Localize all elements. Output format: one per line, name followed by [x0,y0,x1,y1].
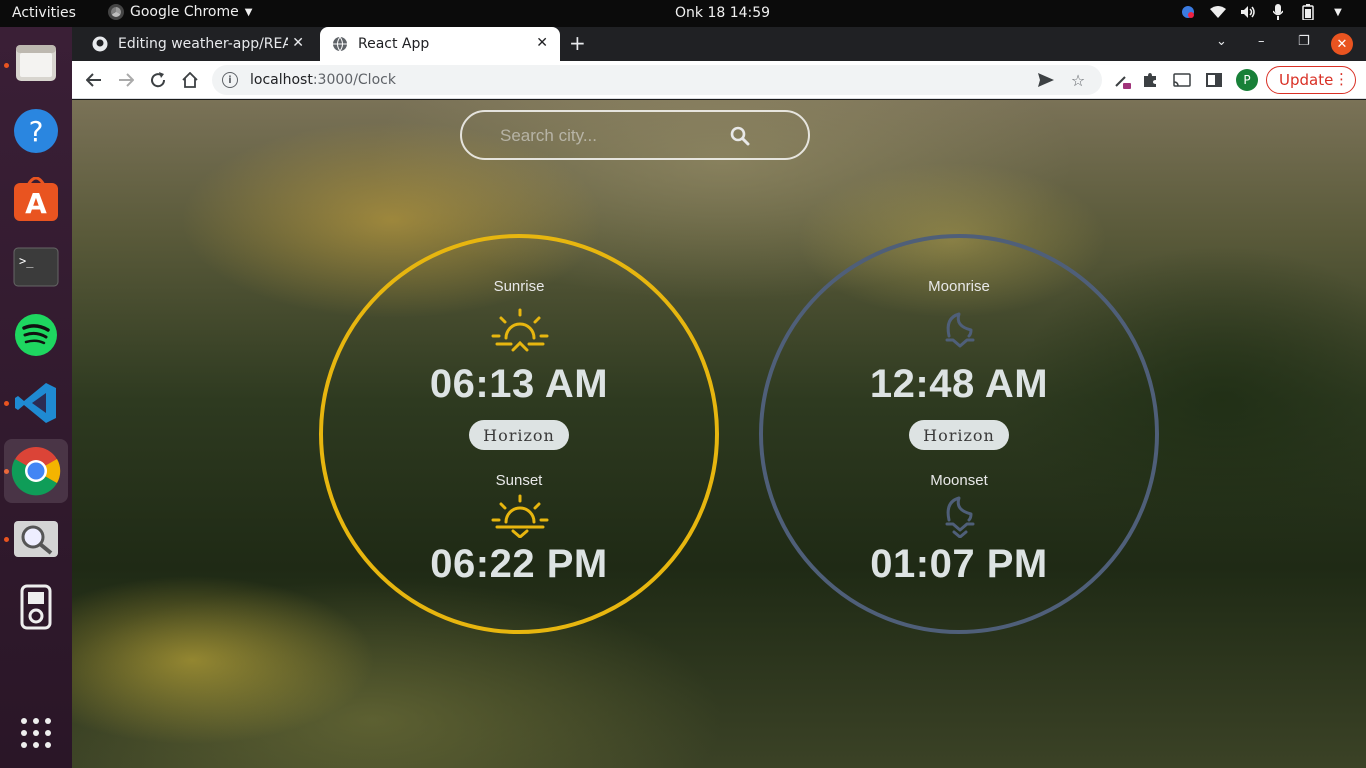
page-viewport: Sunrise 06:13 AM Horizon Sunset [72,100,1366,768]
media-player-app-icon[interactable] [10,581,62,633]
tab-title: Editing weather-app/REA [118,36,288,52]
url-text: localhost:3000/Clock [250,72,396,88]
sun-card: Sunrise 06:13 AM Horizon Sunset 06:22 PM [319,234,719,634]
github-icon [92,36,108,52]
restore-icon[interactable]: ❐ [1298,34,1310,49]
back-icon[interactable] [84,70,104,90]
close-tab-icon[interactable]: ✕ [536,35,548,51]
side-panel-icon[interactable] [1204,70,1224,90]
tab-editing-weather-app[interactable]: Editing weather-app/REA ✕ [80,27,316,61]
system-top-bar: Activities Google Chrome ▼ Onk 18 14:59 … [0,0,1366,27]
moon-card: Moonrise 12:48 AM Horizon Moonset 01:07 … [759,234,1159,634]
tab-react-app[interactable]: React App ✕ [320,27,560,61]
app-menu-label: Google Chrome [130,4,239,20]
extensions-puzzle-icon[interactable] [1140,70,1160,90]
sunrise-label: Sunrise [493,278,545,295]
forward-icon[interactable] [116,70,136,90]
moonset-label: Moonset [930,472,988,489]
screenshot-app-icon[interactable] [10,513,62,565]
horizon-badge: Horizon [469,420,569,450]
send-icon[interactable] [1036,70,1056,90]
microphone-icon[interactable] [1270,4,1286,20]
address-bar[interactable]: i localhost:3000/Clock [212,65,1102,95]
svg-text:?: ? [29,115,44,148]
home-icon[interactable] [180,70,200,90]
app-menu[interactable]: Google Chrome ▼ [108,4,252,20]
sunset-icon [491,494,549,538]
chrome-icon [108,4,124,20]
vscode-app-icon[interactable] [10,377,62,429]
files-app-icon[interactable] [10,37,62,89]
notification-icon[interactable] [1180,4,1196,20]
site-info-icon[interactable]: i [222,72,238,88]
close-tab-icon[interactable]: ✕ [292,35,304,51]
svg-text:>_: >_ [19,254,34,268]
reload-icon[interactable] [148,70,168,90]
activities-button[interactable]: Activities [12,5,76,21]
terminal-app-icon[interactable]: >_ [10,241,62,293]
profile-avatar[interactable]: P [1236,69,1258,91]
new-tab-icon[interactable]: + [569,31,586,55]
extension-eyedropper-icon[interactable] [1112,70,1132,90]
running-indicator [4,537,9,542]
battery-icon[interactable] [1300,4,1316,20]
horizon-badge: Horizon [909,420,1009,450]
running-indicator [4,401,9,406]
power-menu-icon[interactable]: ▼ [1330,4,1346,20]
wifi-icon[interactable] [1210,4,1226,20]
search-input[interactable] [500,124,720,148]
bookmark-star-icon[interactable]: ☆ [1068,70,1088,90]
sunrise-icon [491,308,549,352]
moonrise-icon [945,312,975,348]
system-clock[interactable]: Onk 18 14:59 [675,5,770,21]
sunset-label: Sunset [495,472,543,489]
moonrise-label: Moonrise [928,278,990,295]
city-search-box [460,110,810,160]
update-button[interactable]: Update ⋮ [1266,66,1356,94]
moonrise-time: 12:48 AM [869,362,1049,406]
software-center-icon[interactable]: A [10,173,62,225]
kebab-menu-icon[interactable]: ⋮ [1334,70,1349,88]
window-close-icon[interactable]: ✕ [1331,33,1353,55]
volume-icon[interactable] [1240,4,1256,20]
spotify-app-icon[interactable] [10,309,62,361]
help-app-icon[interactable]: ? [10,105,62,157]
caret-down-icon: ▼ [244,6,253,18]
minimize-icon[interactable]: – [1258,34,1265,49]
globe-icon [333,36,347,52]
tab-search-icon[interactable]: ⌄ [1216,34,1227,49]
browser-toolbar: i localhost:3000/Clock ☆ P Update ⋮ [72,61,1366,99]
moonset-icon [945,496,975,538]
url-host: localhost [250,72,313,88]
url-path: :3000/Clock [312,72,396,88]
tab-title: React App [358,36,430,52]
svg-text:A: A [25,187,47,220]
moonset-time: 01:07 PM [870,542,1048,586]
sunrise-time: 06:13 AM [429,362,609,406]
cast-icon[interactable] [1172,70,1192,90]
update-label: Update [1279,71,1334,89]
running-indicator [4,63,9,68]
search-icon[interactable] [730,126,750,146]
sunset-time: 06:22 PM [430,542,608,586]
browser-tab-strip: Editing weather-app/REA ✕ React App ✕ + … [72,27,1366,61]
dock: ? A >_ [0,27,72,768]
chrome-app-icon[interactable] [4,439,68,503]
show-applications-icon[interactable] [10,707,62,759]
system-tray[interactable]: ▼ [1180,4,1346,20]
